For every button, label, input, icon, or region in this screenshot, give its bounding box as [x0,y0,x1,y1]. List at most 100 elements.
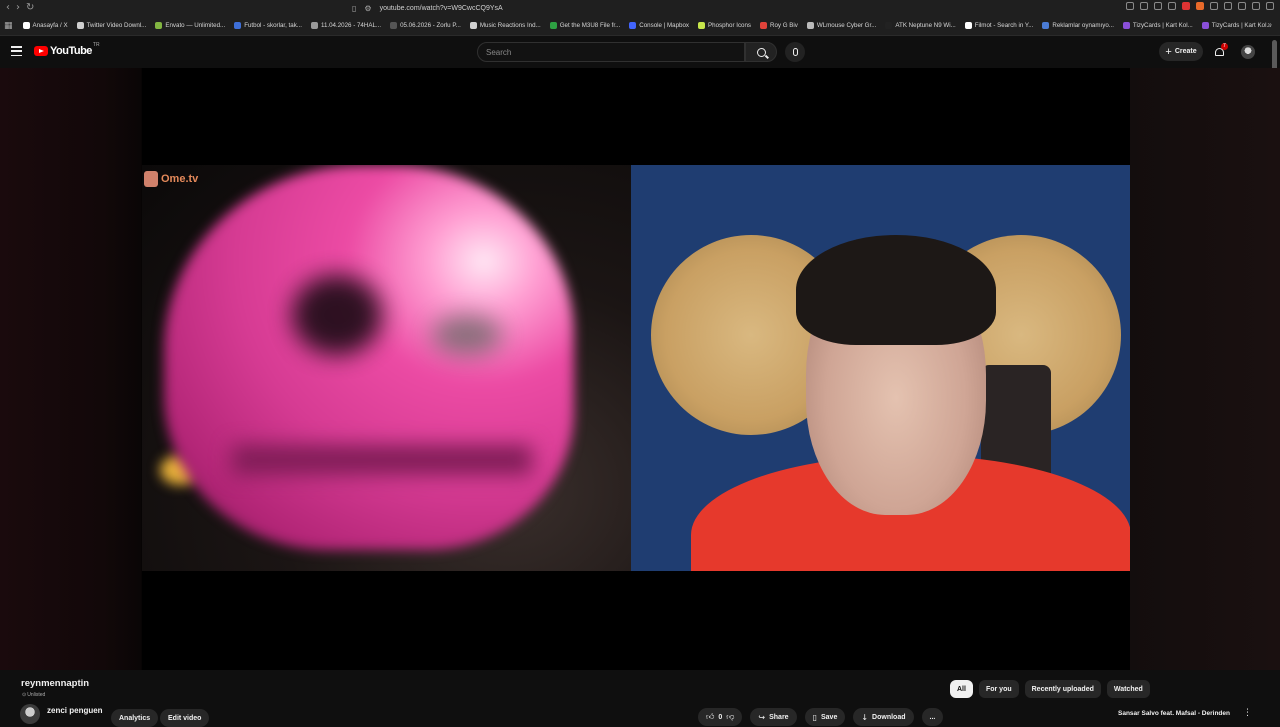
logo-text: YouTube [50,45,92,57]
share-icon: ↪ [758,712,766,722]
account-avatar[interactable] [1241,45,1255,59]
bookmark-favicon-icon [234,22,242,29]
bookmark-item[interactable]: ATK Neptune N9 Wi... [885,22,956,29]
cast-icon[interactable] [1140,2,1148,10]
bookmark-label: TizyCards | Kart Kol... [1132,22,1193,29]
bookmark-item[interactable]: Reklamlar oynamıyo... [1042,22,1114,29]
analytics-button[interactable]: Analytics [111,709,159,727]
ometv-logo-icon [144,171,158,187]
site-info-icon[interactable]: ⚙ [364,4,371,13]
bookmark-favicon-icon [1042,22,1050,29]
filter-chip[interactable]: All [950,680,973,698]
filter-chip[interactable]: Recently uploaded [1024,680,1101,698]
youtube-play-icon [34,46,48,56]
bookmark-label: Console | Mapbox [639,22,690,29]
channel-name[interactable]: zenci penguen [47,706,103,715]
youtube-logo[interactable]: YouTube TR [34,42,100,57]
bookmark-label: 11.04.2026 - 74HAL... [320,22,382,29]
bookmark-item[interactable]: TizyCards | Kart Kol... [1201,22,1272,29]
bookmark-label: Get the M3U8 File fr... [559,22,621,29]
back-icon[interactable]: ‹ [6,0,10,16]
filter-chip[interactable]: For you [978,680,1019,698]
bookmarks-bar: ▦ Anasayfa / X Twitter Video Downl... Enva… [0,16,1280,36]
save-button[interactable]: ▯ Save [804,708,846,726]
bookmark-favicon-icon [1122,22,1130,29]
more-options-icon[interactable]: ⋮ [1243,708,1252,718]
extension-icon[interactable] [1210,2,1218,10]
dislike-icon[interactable]: 👎︎ [726,712,734,722]
bookmark-item[interactable]: Get the M3U8 File fr... [549,22,621,29]
menu-icon[interactable] [1266,2,1274,10]
bookmark-label: ATK Neptune N9 Wi... [895,22,956,29]
search-box [477,42,745,62]
translate-icon[interactable] [1126,2,1134,10]
create-label: Create [1174,48,1197,55]
visibility-label: Unlisted [27,692,46,698]
extension-icon[interactable] [1224,2,1232,10]
share-icon[interactable] [1168,2,1176,10]
download-button[interactable]: ↓ Download [853,708,914,726]
filter-chip[interactable]: Watched [1106,680,1150,698]
bookmark-label: Anasayfa / X [32,22,68,29]
bookmark-favicon-icon [698,22,706,29]
brave-shield-icon[interactable] [1182,2,1190,10]
like-icon[interactable]: 👍︎ [706,712,714,722]
microphone-icon [792,48,798,56]
more-actions-button[interactable]: ... [921,708,944,726]
ometv-watermark: Ome.tv [144,171,198,187]
recommended-video-title[interactable]: Sansar Salvo feat. Mafsal - Derinden [1118,710,1230,717]
forward-icon[interactable]: › [16,0,20,16]
bookmark-label: Envato — Unlimited... [165,22,226,29]
bookmark-item[interactable]: TizyCards | Kart Kol... [1122,22,1193,29]
search-button[interactable] [745,42,777,62]
voice-search-button[interactable] [785,42,805,62]
bookmark-favicon-icon [549,22,557,29]
channel-avatar[interactable] [20,704,40,724]
country-code: TR [92,42,100,48]
video-left-pane: Ome.tv [142,165,631,571]
bookmark-item[interactable]: Phosphor Icons [698,22,751,29]
bookmark-item[interactable]: Filmot - Search in Y... [964,22,1033,29]
sidebar-icon[interactable] [1238,2,1246,10]
wallet-icon[interactable] [1252,2,1260,10]
video-actions: 👍︎ 0 👎︎ ↪ Share ▯ Save ↓ Download ... [698,708,944,726]
bookmark-favicon-icon [155,22,163,29]
mask-eye [432,315,502,355]
bookmark-label: Futbol - skorlar, tak... [244,22,302,29]
bookmark-item[interactable]: 11.04.2026 - 74HAL... [310,22,382,29]
bookmark-item[interactable]: WLmouse Cyber Gr... [806,22,876,29]
player-area: Ome.tv [0,68,1280,670]
bookmark-favicon-icon [390,22,398,29]
bookmark-favicon-icon [469,22,477,29]
more-bookmarks-icon[interactable]: » [1268,20,1272,29]
search-input[interactable] [486,47,744,57]
bookmark-item[interactable]: Futbol - skorlar, tak... [234,22,302,29]
bookmark-item[interactable]: Envato — Unlimited... [155,22,225,29]
url-text[interactable]: youtube.com/watch?v=W9CwcCQ9YsA [380,5,503,12]
share-button[interactable]: ↪ Share [750,708,797,726]
reload-icon[interactable]: ↻ [26,0,34,16]
brave-rewards-icon[interactable] [1196,2,1204,10]
bookmark-item[interactable]: Console | Mapbox [629,22,689,29]
bookmark-list: Anasayfa / X Twitter Video Downl... Envato… [22,22,1280,29]
bookmark-item[interactable]: Music Reactions Ind... [469,22,541,29]
like-count: 0 [718,713,723,721]
bookmark-item[interactable]: Roy G Biv [760,22,798,29]
bookmark-item[interactable]: 05.06.2026 - Zorlu P... [390,22,461,29]
apps-grid-icon[interactable]: ▦ [4,21,13,31]
bookmark-label: Twitter Video Downl... [86,22,147,29]
download-icon: ↓ [861,712,869,722]
person-hair [796,235,996,345]
create-button[interactable]: + Create [1159,42,1203,61]
notifications-button[interactable]: 7 [1214,43,1228,58]
edit-icon[interactable] [1154,2,1162,10]
address-bar[interactable]: ▯ ⚙ youtube.com/watch?v=W9CwcCQ9YsA [352,2,912,14]
save-label: Save [820,713,838,721]
bookmark-item[interactable]: Anasayfa / X [22,22,68,29]
bookmark-icon[interactable]: ▯ [352,4,356,13]
edit-video-button[interactable]: Edit video [160,709,210,727]
video-player[interactable]: Ome.tv [142,68,1130,670]
menu-icon[interactable] [11,46,22,56]
like-dislike-group[interactable]: 👍︎ 0 👎︎ [698,708,743,726]
bookmark-item[interactable]: Twitter Video Downl... [76,22,147,29]
